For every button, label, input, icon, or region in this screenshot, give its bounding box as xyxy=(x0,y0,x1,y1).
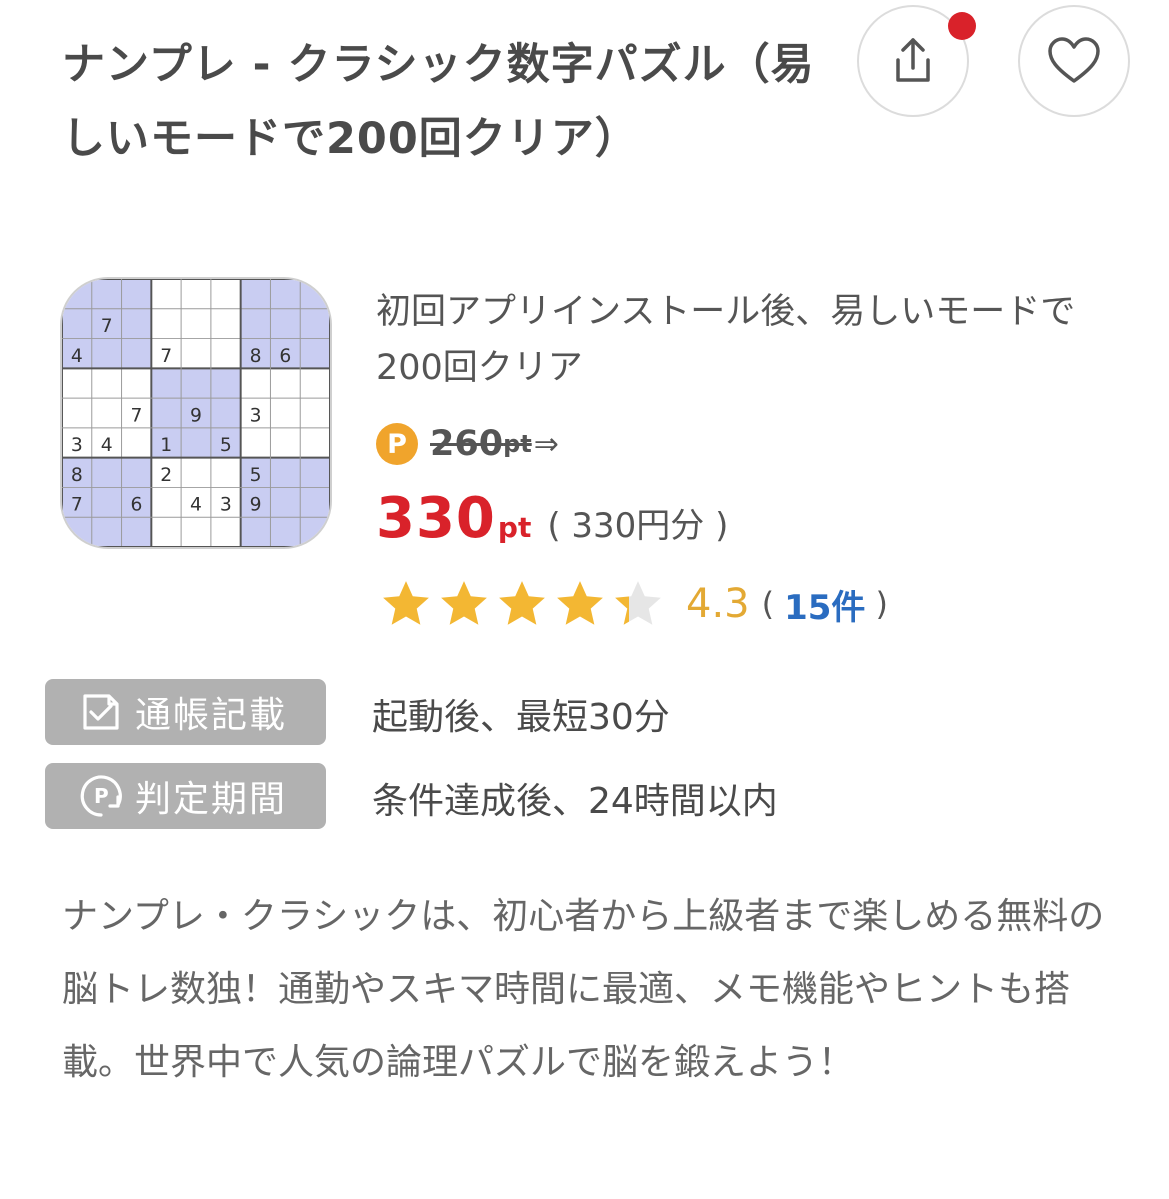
badge-label: 通帳記載 xyxy=(135,695,288,736)
star-icon xyxy=(441,581,487,625)
sudoku-digit: 1 xyxy=(160,435,172,456)
judgment-period-badge: P 判定期間 xyxy=(45,763,326,829)
sudoku-digit: 4 xyxy=(101,435,113,456)
sudoku-digit: 7 xyxy=(160,346,172,367)
sudoku-digit: 7 xyxy=(130,405,142,426)
svg-text:P: P xyxy=(94,784,109,808)
passbook-badge: 通帳記載 xyxy=(45,679,326,745)
passbook-info: 起動後、最短30分 xyxy=(372,697,670,738)
app-description: ナンプレ・クラシックは、初心者から上級者まで楽しめる無料の脳トレ数独！通勤やスキ… xyxy=(62,896,1105,1083)
new-points-row: 330 pt ( 330円分 ) xyxy=(376,486,728,562)
star-rating xyxy=(380,578,664,630)
star-icon xyxy=(383,581,429,625)
sudoku-digit: 3 xyxy=(220,495,232,516)
sudoku-digit: 9 xyxy=(250,495,262,516)
review-count-link[interactable]: 15件 xyxy=(784,580,865,629)
sudoku-digit: 8 xyxy=(250,346,262,367)
sudoku-app-icon[interactable]: 74786793341582576439 xyxy=(60,277,332,549)
page-title: ナンプレ - クラシック数字パズル（易しいモードで200回クリア） xyxy=(62,40,815,164)
yen-equivalent: ( 330円分 ) xyxy=(547,506,729,546)
sudoku-digit: 6 xyxy=(279,346,291,367)
point-coin-icon: P xyxy=(376,423,418,465)
star-icon xyxy=(557,581,603,625)
condition-text: 初回アプリインストール後、易しいモードで200回クリア xyxy=(376,292,1076,388)
judgment-period-info: 条件達成後、24時間以内 xyxy=(372,781,778,822)
sudoku-digit: 9 xyxy=(190,405,202,426)
sudoku-digit: 4 xyxy=(190,495,202,516)
rating-close-paren: ) xyxy=(875,585,888,623)
point-clock-icon: P xyxy=(77,772,125,820)
notification-dot xyxy=(948,12,976,40)
sudoku-digit: 5 xyxy=(220,435,232,456)
sudoku-digit: 8 xyxy=(71,465,83,486)
star-icon xyxy=(499,581,545,625)
sudoku-grid: 74 7 8 67 9 33 4 1 58 2 57 6 4 3 9 xyxy=(62,279,330,547)
favorite-button[interactable] xyxy=(1018,5,1130,117)
old-points-row: P 260 pt ⇒ xyxy=(376,418,559,470)
badge-label: 判定期間 xyxy=(135,779,288,820)
rating-row: 4.3 ( 15件 ) xyxy=(380,574,888,634)
new-points: 330 xyxy=(376,486,496,551)
star-icon xyxy=(615,581,661,625)
sudoku-digit: 4 xyxy=(71,346,83,367)
sudoku-digit: 5 xyxy=(250,465,262,486)
new-points-unit: pt xyxy=(497,511,532,544)
heart-icon xyxy=(1048,37,1100,83)
sudoku-digit: 3 xyxy=(71,435,83,456)
share-icon xyxy=(896,38,930,82)
rating-open-paren: ( xyxy=(761,585,775,623)
old-points: 260 xyxy=(430,424,504,464)
rating-value: 4.3 xyxy=(686,581,750,627)
sudoku-digit: 7 xyxy=(101,316,113,337)
sudoku-digit: 7 xyxy=(71,495,83,516)
old-points-unit: pt xyxy=(503,430,532,458)
sudoku-digit: 3 xyxy=(250,405,262,426)
sudoku-digit: 2 xyxy=(160,465,172,486)
check-note-icon xyxy=(77,688,125,736)
arrow-icon: ⇒ xyxy=(533,426,559,462)
sudoku-digit: 6 xyxy=(130,495,142,516)
